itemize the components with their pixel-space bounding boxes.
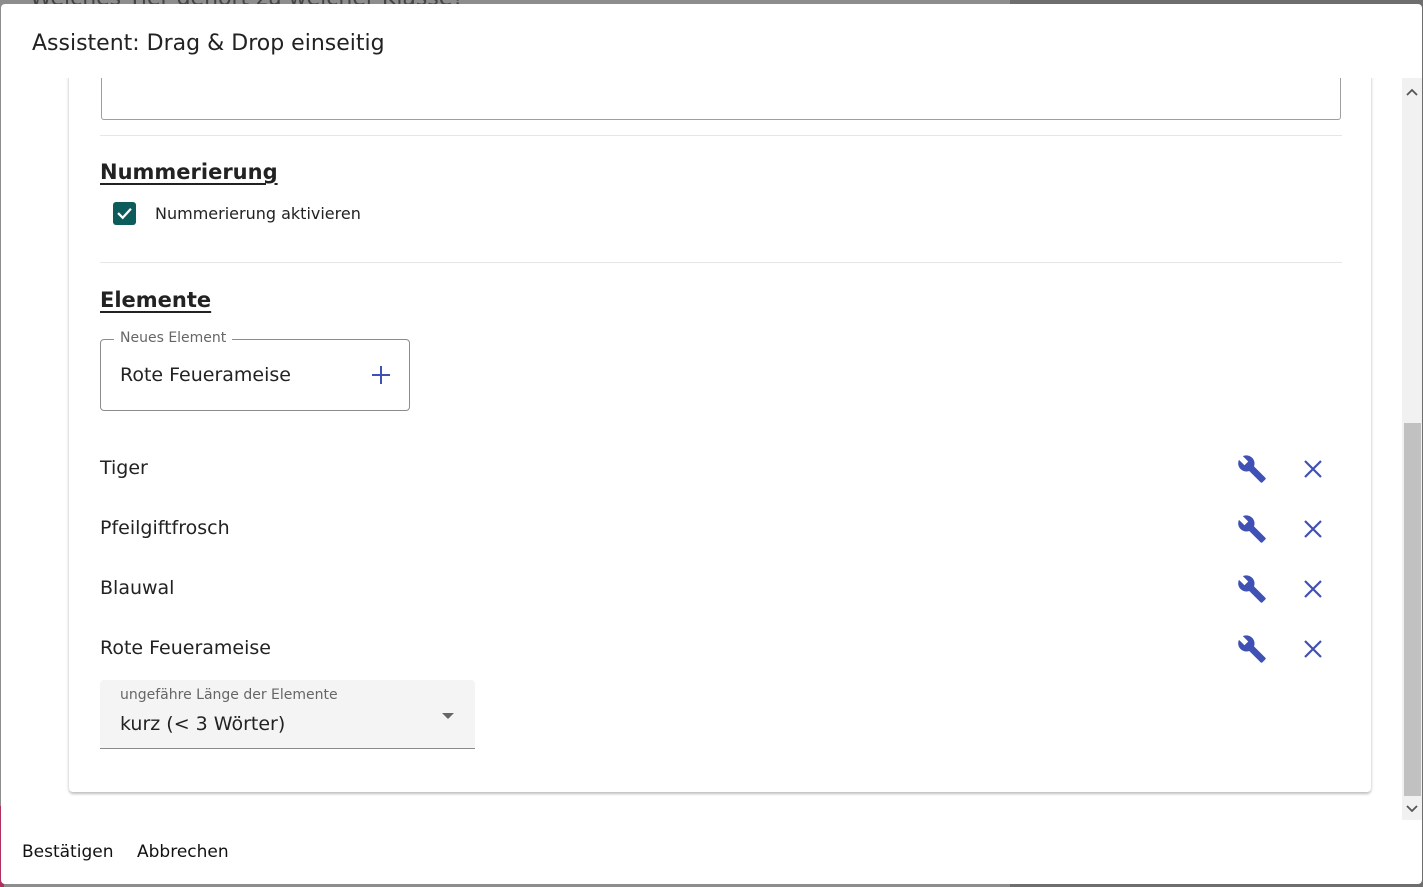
scrollbar-thumb[interactable]	[1404, 423, 1421, 796]
wrench-icon	[1238, 575, 1266, 603]
remove-element-button[interactable]	[1297, 573, 1329, 605]
edit-element-button[interactable]	[1236, 453, 1268, 485]
element-label: Rote Feuerameise	[100, 637, 271, 659]
new-element-input[interactable]	[120, 364, 350, 386]
chevron-down-icon	[1406, 804, 1418, 812]
scroll-down-button[interactable]	[1402, 797, 1422, 820]
element-row: Tiger	[100, 449, 1340, 489]
vertical-scrollbar[interactable]	[1402, 78, 1422, 820]
close-icon	[1304, 640, 1322, 658]
new-element-field[interactable]: Neues Element	[100, 330, 410, 411]
edit-element-button[interactable]	[1236, 573, 1268, 605]
chevron-up-icon	[1406, 88, 1418, 96]
element-length-label: ungefähre Länge der Elemente	[120, 687, 338, 703]
dropdown-arrow-icon	[442, 713, 454, 719]
remove-element-button[interactable]	[1297, 633, 1329, 665]
numbering-checkbox-label: Nummerierung aktivieren	[155, 204, 361, 223]
divider	[100, 262, 1342, 263]
confirm-button[interactable]: Bestätigen	[22, 842, 113, 862]
dialog-actions: Bestätigen Abbrechen	[1, 820, 1422, 884]
element-row: Rote Feuerameise	[100, 629, 1340, 669]
remove-element-button[interactable]	[1297, 453, 1329, 485]
scroll-up-button[interactable]	[1402, 78, 1422, 106]
wrench-icon	[1238, 515, 1266, 543]
settings-card: Nummerierung Nummerierung aktivieren Ele…	[69, 78, 1371, 792]
add-element-button[interactable]	[367, 361, 395, 389]
numbering-checkbox[interactable]	[113, 202, 136, 225]
element-row: Blauwal	[100, 569, 1340, 609]
element-label: Blauwal	[100, 577, 175, 599]
numbering-heading: Nummerierung	[100, 160, 278, 184]
text-field-bottom[interactable]	[101, 78, 1341, 120]
wrench-icon	[1238, 455, 1266, 483]
element-label: Tiger	[100, 457, 148, 479]
close-icon	[1304, 460, 1322, 478]
element-row: Pfeilgiftfrosch	[100, 509, 1340, 549]
element-length-value: kurz (< 3 Wörter)	[120, 713, 286, 735]
close-icon	[1304, 520, 1322, 538]
dialog-content: Nummerierung Nummerierung aktivieren Ele…	[1, 78, 1422, 820]
cancel-button[interactable]: Abbrechen	[137, 842, 229, 862]
assistant-dialog: Assistent: Drag & Drop einseitig Nummeri…	[1, 4, 1422, 884]
dialog-title: Assistent: Drag & Drop einseitig	[32, 31, 385, 56]
wrench-icon	[1238, 635, 1266, 663]
remove-element-button[interactable]	[1297, 513, 1329, 545]
check-icon	[117, 208, 132, 220]
numbering-checkbox-row[interactable]: Nummerierung aktivieren	[113, 202, 361, 225]
element-label: Pfeilgiftfrosch	[100, 517, 230, 539]
close-icon	[1304, 580, 1322, 598]
element-length-select[interactable]: ungefähre Länge der Elemente kurz (< 3 W…	[100, 680, 475, 749]
elements-heading: Elemente	[100, 288, 212, 312]
plus-icon	[372, 366, 390, 384]
divider	[100, 135, 1342, 136]
edit-element-button[interactable]	[1236, 513, 1268, 545]
new-element-label: Neues Element	[114, 330, 233, 346]
edit-element-button[interactable]	[1236, 633, 1268, 665]
